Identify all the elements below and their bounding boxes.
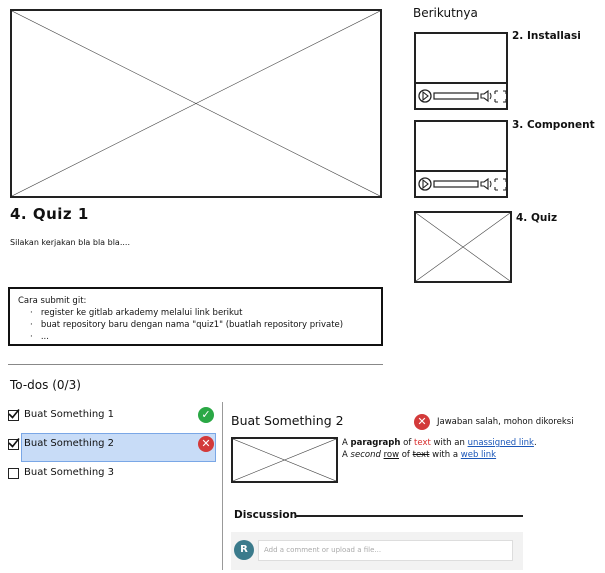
text-span: of bbox=[399, 450, 413, 460]
comment-placeholder: Add a comment or upload a file... bbox=[264, 546, 382, 554]
image-placeholder-icon bbox=[12, 11, 380, 196]
text-span: A bbox=[342, 438, 351, 448]
detail-paragraph-line: A paragraph of text with an unassigned l… bbox=[342, 438, 537, 448]
todo-item[interactable]: Buat Something 1 ✓ bbox=[8, 405, 214, 427]
sidebar-item-label[interactable]: 4. Quiz bbox=[516, 212, 557, 224]
sidebar-video-thumbnail[interactable] bbox=[414, 120, 508, 198]
comment-input[interactable]: Add a comment or upload a file... bbox=[258, 540, 513, 561]
submit-step: · register ke gitlab arkademy melalui li… bbox=[30, 308, 243, 318]
todo-checkbox[interactable] bbox=[8, 468, 19, 479]
check-mark-icon bbox=[8, 437, 20, 448]
underlined-text: row bbox=[383, 450, 400, 460]
submit-step-text: buat repository baru dengan nama "quiz1"… bbox=[40, 320, 344, 330]
detail-paragraph-line: A second row of text with a web link bbox=[342, 450, 496, 460]
avatar-initial: R bbox=[240, 544, 248, 555]
video-controls-icon bbox=[418, 89, 507, 103]
quiz-title: 4. Quiz 1 bbox=[10, 205, 89, 223]
todo-label: Buat Something 3 bbox=[24, 467, 115, 478]
text-span: . bbox=[533, 438, 537, 448]
avatar: R bbox=[234, 540, 254, 560]
italic-text: second bbox=[350, 450, 381, 460]
text-span: with a bbox=[429, 450, 461, 460]
error-message: Jawaban salah, mohon dikoreksi bbox=[437, 417, 574, 427]
todo-label: Buat Something 1 bbox=[24, 409, 115, 420]
todo-item[interactable]: Buat Something 3 bbox=[8, 463, 214, 485]
sidebar-video-thumbnail[interactable] bbox=[414, 32, 508, 110]
submit-step: · buat repository baru dengan nama "quiz… bbox=[30, 320, 344, 330]
web-link[interactable]: web link bbox=[461, 450, 496, 460]
detail-title: Buat Something 2 bbox=[231, 413, 344, 428]
detail-image-placeholder bbox=[231, 437, 338, 483]
sidebar-image-thumbnail[interactable] bbox=[414, 211, 512, 283]
red-text: text bbox=[414, 438, 431, 448]
error-x-icon: ✕ bbox=[414, 414, 430, 430]
todo-label: Buat Something 2 bbox=[24, 438, 115, 449]
success-check-icon: ✓ bbox=[198, 407, 214, 423]
discussion-title: Discussion bbox=[234, 509, 298, 521]
todos-title: To-dos (0/3) bbox=[10, 378, 81, 392]
submit-step-text: register ke gitlab arkademy melalui link… bbox=[40, 308, 243, 318]
video-controls bbox=[416, 170, 507, 196]
todo-item[interactable]: Buat Something 2 ✕ bbox=[8, 434, 214, 456]
strikethrough-text: text bbox=[412, 450, 430, 460]
sidebar-item-label[interactable]: 3. Component bbox=[512, 119, 595, 131]
sidebar-item-label[interactable]: 2. Installasi bbox=[512, 30, 581, 42]
submit-step: · ... bbox=[30, 332, 49, 342]
quiz-description: Silakan kerjakan bla bla bla.... bbox=[10, 238, 130, 247]
main-video-placeholder[interactable] bbox=[10, 9, 382, 198]
error-x-icon: ✕ bbox=[198, 436, 214, 452]
discussion-divider bbox=[295, 515, 523, 517]
image-placeholder-icon bbox=[233, 439, 336, 481]
panel-divider bbox=[222, 402, 223, 570]
video-controls-icon bbox=[418, 177, 507, 191]
bold-text: paragraph bbox=[350, 438, 401, 448]
check-mark-icon bbox=[8, 408, 20, 419]
submit-step-text: ... bbox=[40, 332, 49, 342]
image-placeholder-icon bbox=[416, 213, 510, 281]
submit-instructions-box: Cara submit git: · register ke gitlab ar… bbox=[8, 287, 383, 346]
text-span: A bbox=[342, 450, 351, 460]
text-span: with an bbox=[430, 438, 468, 448]
submit-heading: Cara submit git: bbox=[18, 296, 87, 306]
unassigned-link[interactable]: unassigned link bbox=[468, 438, 534, 448]
text-span: of bbox=[400, 438, 415, 448]
sidebar-title: Berikutnya bbox=[413, 6, 478, 20]
section-divider bbox=[8, 364, 383, 365]
video-controls bbox=[416, 82, 507, 108]
